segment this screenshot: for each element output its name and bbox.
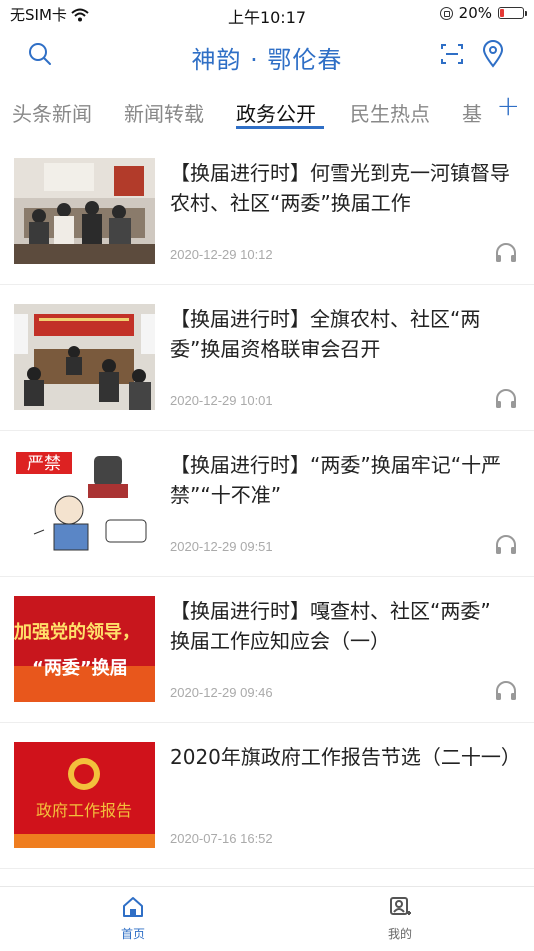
news-item[interactable]: 【换届进行时】全旗农村、社区“两委”换届资格联审会召开 2020-12-29 1… bbox=[0, 285, 534, 431]
headphones-icon[interactable] bbox=[494, 534, 518, 556]
tab-headline-news[interactable]: 头条新闻 bbox=[12, 98, 92, 127]
news-date: 2020-12-29 10:01 bbox=[170, 393, 273, 408]
news-item[interactable]: 严禁 【换届进行时】“两委”换届牢记“十严禁”“十不准” 2020-12-29 … bbox=[0, 431, 534, 577]
battery-icon bbox=[498, 7, 527, 19]
status-bar: 无SIM卡 上午10:17 20% bbox=[0, 0, 534, 30]
app-header: 神韵 · 鄂伦春 bbox=[0, 30, 534, 80]
active-tab-indicator bbox=[236, 126, 324, 129]
news-date: 2020-07-16 16:52 bbox=[170, 831, 273, 846]
category-tabs: 头条新闻 新闻转载 政务公开 民生热点 基 + bbox=[0, 86, 534, 136]
headphones-icon[interactable] bbox=[494, 242, 518, 264]
headphones-icon[interactable] bbox=[494, 680, 518, 702]
news-thumbnail bbox=[14, 158, 155, 264]
news-date: 2020-12-29 09:51 bbox=[170, 539, 273, 554]
thumb-caption: 政府工作报告 bbox=[36, 801, 132, 820]
news-thumbnail: 政府工作报告 bbox=[14, 742, 155, 848]
news-thumbnail: 加强党的领导， “两委”换届 bbox=[14, 596, 155, 702]
battery-percent: 20% bbox=[458, 4, 492, 22]
nav-home-label: 首页 bbox=[120, 927, 145, 941]
news-date: 2020-12-29 10:12 bbox=[170, 247, 273, 262]
news-title: 【换届进行时】嘎查村、社区“两委” 换届工作应知应会（一） bbox=[170, 599, 491, 653]
tab-government-affairs[interactable]: 政务公开 bbox=[236, 98, 316, 127]
tab-partial[interactable]: 基 bbox=[462, 98, 482, 127]
nav-profile[interactable]: 我的 bbox=[360, 895, 440, 942]
news-list: 【换届进行时】何雪光到克一河镇督导农村、社区“两委”换届工作 2020-12-2… bbox=[0, 139, 534, 869]
thumb-caption: 严禁 bbox=[27, 454, 61, 474]
news-date: 2020-12-29 09:46 bbox=[170, 685, 273, 700]
news-item[interactable]: 【换届进行时】何雪光到克一河镇督导农村、社区“两委”换届工作 2020-12-2… bbox=[0, 139, 534, 285]
battery-status: 20% bbox=[439, 4, 527, 22]
news-item[interactable]: 加强党的领导， “两委”换届 【换届进行时】嘎查村、社区“两委” 换届工作应知应… bbox=[0, 577, 534, 723]
scan-icon[interactable] bbox=[440, 42, 464, 66]
add-tab-button[interactable]: + bbox=[497, 92, 520, 120]
headphones-icon[interactable] bbox=[494, 388, 518, 410]
profile-icon bbox=[390, 897, 411, 915]
thumb-caption: 加强党的领导， bbox=[14, 621, 140, 643]
home-icon bbox=[123, 897, 143, 917]
nav-home[interactable]: 首页 bbox=[93, 895, 173, 942]
tab-reprinted-news[interactable]: 新闻转载 bbox=[124, 98, 204, 127]
rotation-lock-icon bbox=[439, 6, 453, 20]
news-thumbnail bbox=[14, 304, 155, 410]
tab-livelihood[interactable]: 民生热点 bbox=[350, 98, 430, 127]
bottom-tab-bar: 首页 我的 bbox=[0, 886, 534, 951]
news-title: 【换届进行时】全旗农村、社区“两委”换届资格联审会召开 bbox=[170, 307, 481, 361]
thumb-caption-2: “两委”换届 bbox=[32, 657, 128, 679]
news-title: 【换届进行时】“两委”换届牢记“十严禁”“十不准” bbox=[170, 453, 502, 507]
news-title: 2020年旗政府工作报告节选（二十一） bbox=[170, 745, 521, 769]
news-item[interactable]: 政府工作报告 2020年旗政府工作报告节选（二十一） 2020-07-16 16… bbox=[0, 723, 534, 869]
nav-profile-label: 我的 bbox=[387, 927, 412, 941]
news-title: 【换届进行时】何雪光到克一河镇督导农村、社区“两委”换届工作 bbox=[170, 161, 510, 215]
location-icon[interactable] bbox=[482, 40, 504, 68]
news-thumbnail: 严禁 bbox=[14, 450, 155, 556]
